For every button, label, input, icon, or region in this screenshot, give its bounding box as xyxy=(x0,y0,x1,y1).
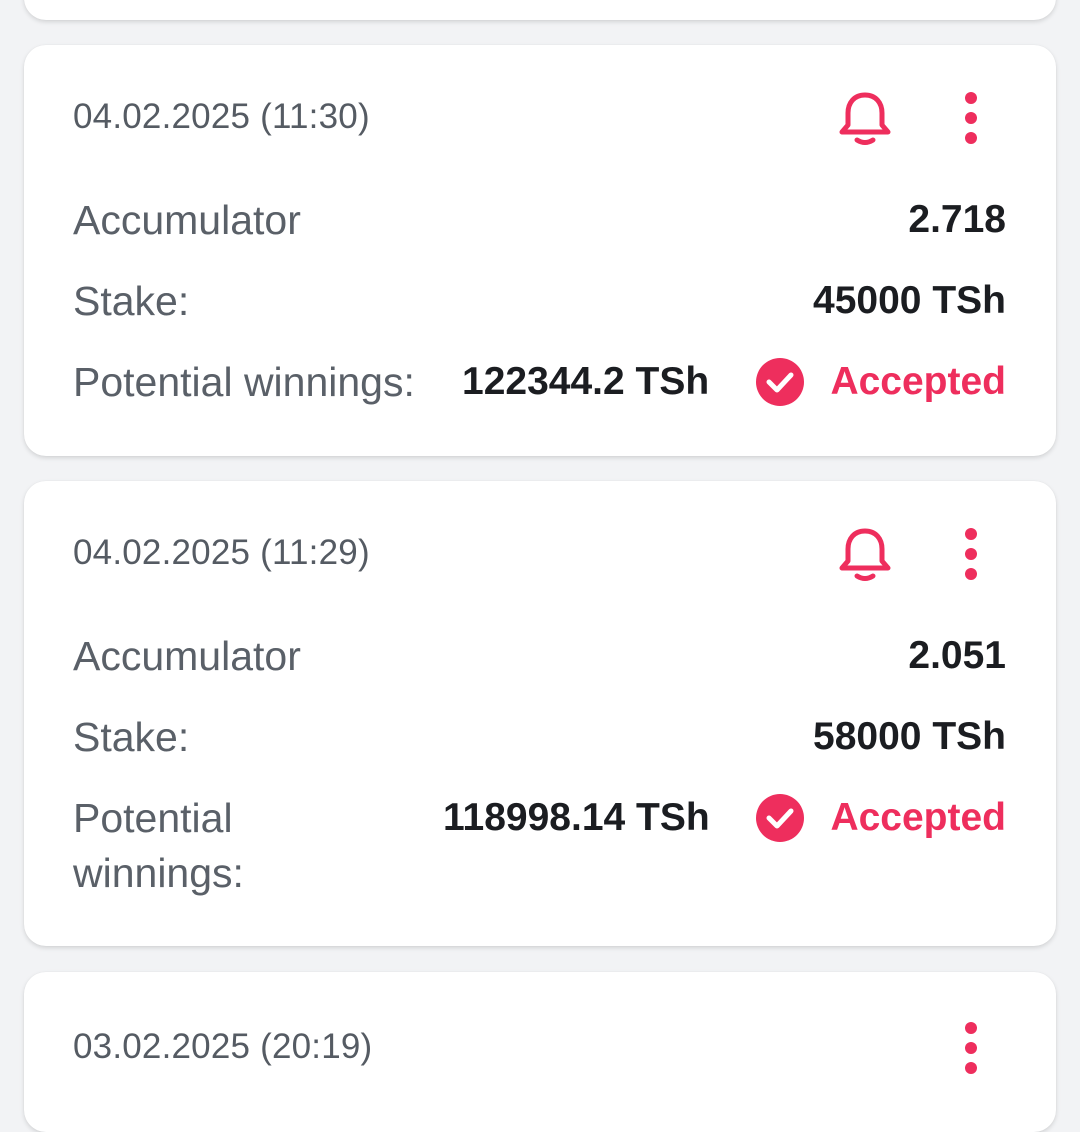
potential-winnings-label: Potential winnings: xyxy=(73,359,415,405)
more-vertical-icon[interactable] xyxy=(949,88,993,148)
bet-type-label: Accumulator xyxy=(73,633,301,679)
potential-winnings-label-line1: Potential xyxy=(73,795,233,841)
stake-value: 58000 TSh xyxy=(813,715,1006,758)
bet-card[interactable]: 04.02.2025 (11:29) Accumulator 2.051 Sta… xyxy=(24,481,1056,946)
potential-winnings-value: 122344.2 TSh xyxy=(462,360,710,403)
bell-icon[interactable] xyxy=(832,521,898,587)
check-circle-icon xyxy=(756,794,804,842)
potential-winnings-label-line2: winnings: xyxy=(73,850,244,896)
check-circle-icon xyxy=(756,358,804,406)
stake-label: Stake: xyxy=(73,714,190,760)
more-vertical-icon[interactable] xyxy=(949,1018,993,1078)
more-vertical-icon[interactable] xyxy=(949,524,993,584)
status-badge: Accepted xyxy=(830,360,1006,403)
bet-datetime: 04.02.2025 (11:29) xyxy=(73,533,370,572)
stake-value: 45000 TSh xyxy=(813,279,1006,322)
bet-card[interactable]: 04.02.2025 (11:30) Accumulator 2.718 Sta… xyxy=(24,45,1056,456)
potential-winnings-value: 118998.14 TSh xyxy=(443,796,710,839)
bet-card-previous[interactable] xyxy=(24,0,1056,20)
bell-icon[interactable] xyxy=(832,85,898,151)
bet-datetime: 03.02.2025 (20:19) xyxy=(73,1027,373,1066)
bet-type-label: Accumulator xyxy=(73,197,301,243)
bet-odds: 2.718 xyxy=(908,198,1006,241)
bet-odds: 2.051 xyxy=(908,634,1006,677)
bet-card[interactable]: 03.02.2025 (20:19) xyxy=(24,972,1056,1132)
bet-datetime: 04.02.2025 (11:30) xyxy=(73,97,370,136)
status-badge: Accepted xyxy=(830,796,1006,839)
stake-label: Stake: xyxy=(73,278,190,324)
